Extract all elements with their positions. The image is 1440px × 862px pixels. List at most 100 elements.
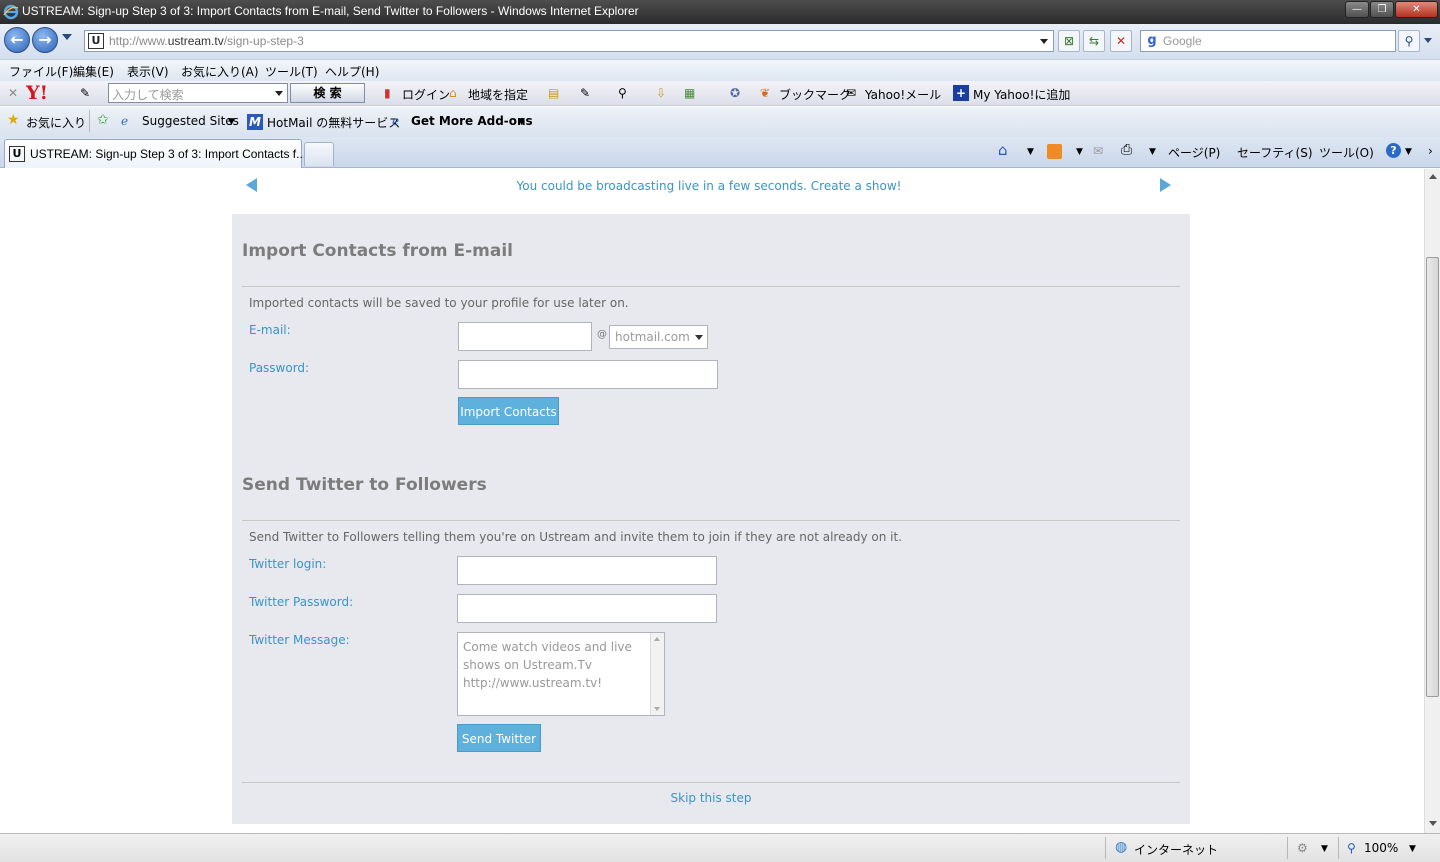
email-domain-select[interactable]: hotmail.com: [609, 325, 708, 349]
login-button[interactable]: ログイン: [402, 86, 450, 103]
twitter-password-label: Twitter Password:: [249, 595, 354, 609]
stop-button[interactable]: ✕: [1110, 30, 1132, 52]
url-text[interactable]: http://www.ustream.tv/sign-up-step-3: [109, 34, 304, 48]
toolbar-close-icon[interactable]: ✕: [8, 86, 18, 100]
tools-menu[interactable]: ツール(O): [1319, 144, 1374, 161]
promo-banner[interactable]: You could be broadcasting live in a few …: [232, 179, 1186, 193]
back-arrow-icon: ←: [10, 30, 24, 49]
suggested-sites-link[interactable]: Suggested Sites: [142, 114, 239, 128]
bookmarks-button[interactable]: ブックマーク: [779, 86, 851, 103]
help-icon[interactable]: ?: [1386, 143, 1401, 158]
search-placeholder[interactable]: Google: [1163, 34, 1202, 48]
scroll-down-icon[interactable]: [1429, 821, 1437, 826]
chevron-down-icon[interactable]: ▼: [1321, 844, 1328, 854]
maximize-button[interactable]: ❐: [1370, 1, 1394, 18]
scroll-up-icon[interactable]: [654, 637, 660, 641]
at-sign: @: [597, 329, 607, 340]
chevron-down-icon[interactable]: ▼: [228, 117, 235, 127]
refresh-button[interactable]: ⇆: [1083, 30, 1105, 52]
import-heading: Import Contacts from E-mail: [242, 241, 514, 261]
read-mail-icon[interactable]: ✉: [1093, 144, 1103, 158]
zoom-level[interactable]: 100%: [1364, 841, 1398, 855]
search-button[interactable]: ⚲: [1398, 30, 1420, 52]
refresh-icon: ⇆: [1088, 34, 1100, 48]
print-icon[interactable]: ⎙: [1121, 142, 1132, 158]
scroll-up-icon[interactable]: [1429, 174, 1437, 179]
bookmarks-icon: ❦: [760, 86, 771, 100]
highlighter-icon[interactable]: ✎: [580, 86, 590, 100]
compatibility-view-button[interactable]: ⊠: [1058, 30, 1080, 52]
message-line: shows on Ustream.Tv: [463, 658, 592, 672]
chevron-down-icon[interactable]: ▼: [1405, 147, 1412, 157]
yahoo-logo-icon[interactable]: Y!: [26, 82, 48, 104]
safety-menu[interactable]: セーフティ(S): [1237, 144, 1313, 161]
tab-active[interactable]: U USTREAM: Sign-up Step 3 of 3: Import C…: [4, 139, 306, 168]
yahoo-search-placeholder: 入力して検索: [112, 88, 184, 102]
chevron-down-icon[interactable]: ▼: [1409, 844, 1416, 854]
star-circle-icon[interactable]: ✪: [730, 86, 740, 100]
scrollbar-thumb[interactable]: [1426, 257, 1439, 697]
bookmark-list-icon[interactable]: ▦: [684, 86, 695, 100]
menu-edit[interactable]: 編集(E): [73, 63, 114, 80]
chevron-down-icon[interactable]: [275, 91, 283, 96]
search-options-icon[interactable]: [1424, 38, 1432, 43]
favorites-button[interactable]: お気に入り: [26, 114, 86, 131]
search-box[interactable]: g Google: [1140, 30, 1396, 52]
menu-view[interactable]: 表示(V): [127, 63, 169, 80]
chevron-down-icon[interactable]: ▼: [518, 117, 525, 127]
page-menu[interactable]: ページ(P): [1168, 144, 1220, 161]
page-scrollbar[interactable]: [1424, 169, 1440, 833]
twitter-message-textarea[interactable]: Come watch videos and live shows on Ustr…: [457, 632, 665, 716]
close-window-button[interactable]: ✕: [1395, 1, 1438, 18]
chevron-down-icon[interactable]: ▼: [1149, 147, 1156, 157]
yahoo-toolbar: ✕ Y! ✎ 入力して検索 検 索 ▮ ログイン ⌂ 地域を指定 ▤ ✎ ⚲ ⇩…: [0, 81, 1440, 106]
window-title-bar[interactable]: USTREAM: Sign-up Step 3 of 3: Import Con…: [0, 0, 1440, 24]
chevron-down-icon[interactable]: ▼: [1076, 147, 1083, 157]
home-icon[interactable]: ⌂: [998, 141, 1008, 159]
download-icon[interactable]: ⇩: [656, 86, 666, 100]
notes-icon[interactable]: ▤: [548, 86, 559, 100]
history-dropdown-icon[interactable]: [62, 34, 72, 40]
more-commands-icon[interactable]: ›: [1428, 144, 1433, 158]
ie-logo-icon: [3, 4, 19, 20]
pencil-icon[interactable]: ✎: [80, 86, 90, 100]
add-favorite-icon[interactable]: ✩: [97, 112, 109, 128]
menu-tools[interactable]: ツール(T): [265, 63, 318, 80]
back-button[interactable]: ←: [4, 27, 30, 53]
textarea-scrollbar[interactable]: [650, 633, 664, 715]
separator: [89, 110, 90, 132]
chevron-down-icon[interactable]: ▼: [1027, 147, 1034, 157]
email-field[interactable]: [458, 322, 592, 351]
menu-favorites[interactable]: お気に入り(A): [181, 63, 259, 80]
yahoo-mail-button[interactable]: Yahoo!メール: [865, 86, 941, 103]
rss-feed-icon[interactable]: [1047, 144, 1062, 159]
scroll-down-icon[interactable]: [654, 707, 660, 711]
yahoo-search-button[interactable]: 検 索: [290, 83, 365, 103]
password-field[interactable]: [458, 360, 718, 389]
add-plus-icon: +: [953, 85, 969, 101]
new-tab-button[interactable]: [304, 142, 334, 166]
magnify-icon[interactable]: ⚲: [618, 86, 627, 100]
hotmail-link[interactable]: HotMail の無料サービス: [267, 114, 400, 131]
address-dropdown-icon[interactable]: [1040, 39, 1048, 44]
skip-step-link[interactable]: Skip this step: [242, 791, 1180, 805]
address-bar[interactable]: U http://www.ustream.tv/sign-up-step-3: [84, 30, 1054, 52]
ustream-favicon-icon: U: [9, 146, 25, 162]
send-twitter-button[interactable]: Send Twitter: [457, 724, 541, 752]
twitter-password-field[interactable]: [457, 594, 717, 623]
add-my-yahoo-button[interactable]: My Yahoo!に追加: [973, 86, 1070, 103]
import-contacts-button[interactable]: Import Contacts: [458, 397, 559, 425]
yahoo-search-input[interactable]: 入力して検索: [108, 83, 288, 103]
twitter-description: Send Twitter to Followers telling them y…: [249, 530, 902, 544]
menu-file[interactable]: ファイル(F): [9, 63, 73, 80]
region-button[interactable]: 地域を指定: [468, 86, 528, 103]
twitter-login-field[interactable]: [457, 556, 717, 585]
tab-bar: U USTREAM: Sign-up Step 3 of 3: Import C…: [0, 137, 1440, 168]
minimize-button[interactable]: —: [1345, 1, 1369, 18]
protected-mode-icon[interactable]: ⚙: [1297, 841, 1308, 855]
menu-help[interactable]: ヘルプ(H): [325, 63, 379, 80]
forward-button[interactable]: →: [32, 27, 58, 53]
addons-link[interactable]: Get More Add-ons: [411, 114, 533, 128]
email-label: E-mail:: [249, 323, 291, 337]
promo-next-arrow-icon[interactable]: [1160, 178, 1171, 192]
